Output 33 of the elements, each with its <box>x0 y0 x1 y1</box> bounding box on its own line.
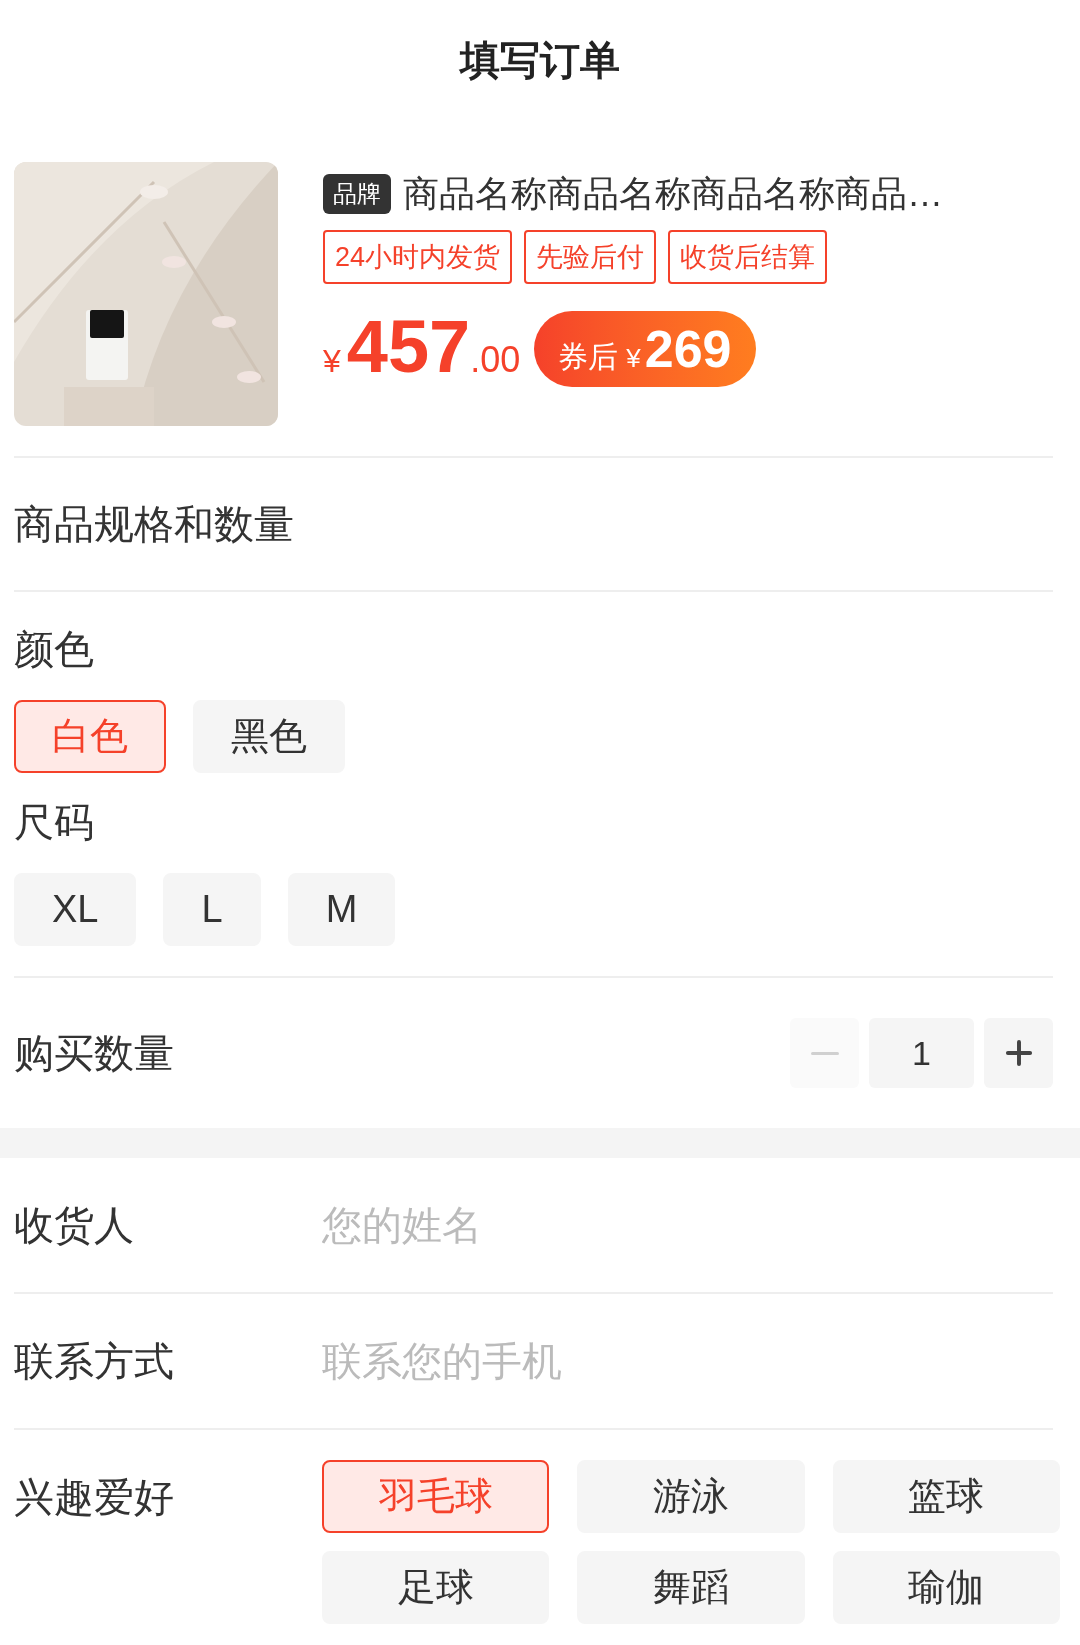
hobby-chip[interactable]: 游泳 <box>577 1460 805 1533</box>
option-chip[interactable]: L <box>163 873 261 946</box>
service-tag: 收货后结算 <box>668 230 828 284</box>
hobby-chip[interactable]: 瑜伽 <box>832 1551 1060 1624</box>
price-integer: 457 <box>346 310 471 384</box>
brand-badge: 品牌 <box>323 174 391 214</box>
page-title: 填写订单 <box>460 37 620 84</box>
hobby-chip[interactable]: 篮球 <box>832 1460 1060 1533</box>
coupon-label: 券后 <box>558 338 619 375</box>
hobby-chip[interactable]: 足球 <box>322 1551 550 1624</box>
option-group-label: 尺码 <box>14 799 94 846</box>
increment-button[interactable] <box>984 1018 1053 1088</box>
field-label: 兴趣爱好 <box>14 1473 175 1521</box>
hobby-chip[interactable]: 舞蹈 <box>577 1551 805 1624</box>
service-tag: 24小时内发货 <box>323 230 513 284</box>
input-field[interactable]: 您的姓名 <box>322 1195 1053 1255</box>
option-chip[interactable]: XL <box>14 873 137 946</box>
input-field[interactable]: 联系您的手机 <box>322 1331 1053 1391</box>
currency-symbol: ¥ <box>323 342 341 381</box>
field-label: 收货人 <box>14 1202 135 1249</box>
quantity-value[interactable]: 1 <box>869 1018 974 1088</box>
price-decimal: .00 <box>470 338 521 382</box>
quantity-label: 购买数量 <box>14 1030 174 1077</box>
coupon-currency: ¥ <box>626 341 641 375</box>
option-chip[interactable]: 黑色 <box>193 700 345 773</box>
option-group-label: 颜色 <box>14 626 94 673</box>
service-tag: 先验后付 <box>524 230 657 284</box>
section-title: 商品规格和数量 <box>14 501 294 548</box>
field-label: 联系方式 <box>14 1338 175 1385</box>
product-name: 商品名称商品名称商品名称商品… <box>403 172 943 216</box>
minus-icon <box>810 1051 839 1055</box>
option-chip[interactable]: M <box>287 873 396 946</box>
coupon-amount: 269 <box>644 318 732 379</box>
